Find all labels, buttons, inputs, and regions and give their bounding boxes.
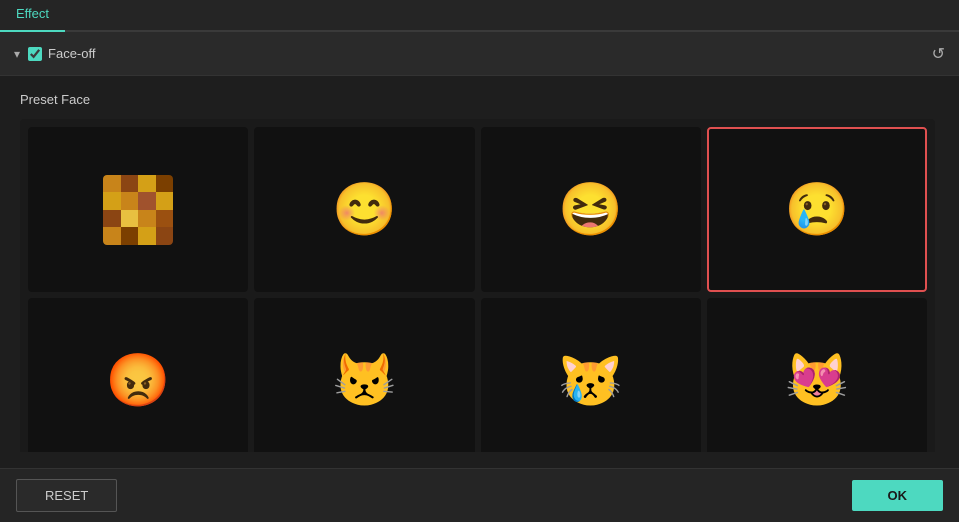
- face-emoji: 😊: [332, 184, 397, 236]
- list-item[interactable]: 😡: [28, 298, 248, 452]
- list-item[interactable]: [28, 127, 248, 292]
- face-emoji: 😻: [785, 350, 850, 411]
- face-off-label: Face-off: [48, 46, 95, 61]
- face-off-toggle[interactable]: Face-off: [28, 46, 95, 61]
- bottom-bar: RESET OK: [0, 468, 959, 522]
- mosaic-pattern: [103, 175, 173, 245]
- reset-button[interactable]: RESET: [16, 479, 117, 512]
- grid-scroll[interactable]: 😊 😆 😢 😡 😾: [20, 119, 939, 452]
- grid-wrapper: 😊 😆 😢 😡 😾: [20, 119, 939, 452]
- face-emoji: 😿: [558, 350, 623, 411]
- tab-bar: Effect: [0, 0, 959, 32]
- face-emoji: 😢: [785, 184, 850, 236]
- toolbar: ▾ Face-off ↺: [0, 32, 959, 76]
- tab-effect[interactable]: Effect: [0, 0, 65, 32]
- chevron-down-icon[interactable]: ▾: [14, 47, 20, 61]
- face-emoji: 😆: [558, 184, 623, 236]
- list-item[interactable]: 😻: [707, 298, 927, 452]
- main-content: Preset Face: [0, 76, 959, 468]
- refresh-icon[interactable]: ↺: [932, 44, 945, 64]
- list-item[interactable]: 😿: [481, 298, 701, 452]
- ok-button[interactable]: OK: [852, 480, 944, 511]
- face-grid: 😊 😆 😢 😡 😾: [20, 119, 935, 452]
- toolbar-left: ▾ Face-off: [14, 46, 932, 61]
- face-emoji: 😾: [332, 350, 397, 411]
- list-item[interactable]: 😊: [254, 127, 474, 292]
- list-item[interactable]: 😾: [254, 298, 474, 452]
- preset-label: Preset Face: [20, 92, 939, 107]
- list-item[interactable]: 😢: [707, 127, 927, 292]
- list-item[interactable]: 😆: [481, 127, 701, 292]
- face-emoji: 😡: [106, 350, 171, 411]
- face-off-checkbox[interactable]: [28, 47, 42, 61]
